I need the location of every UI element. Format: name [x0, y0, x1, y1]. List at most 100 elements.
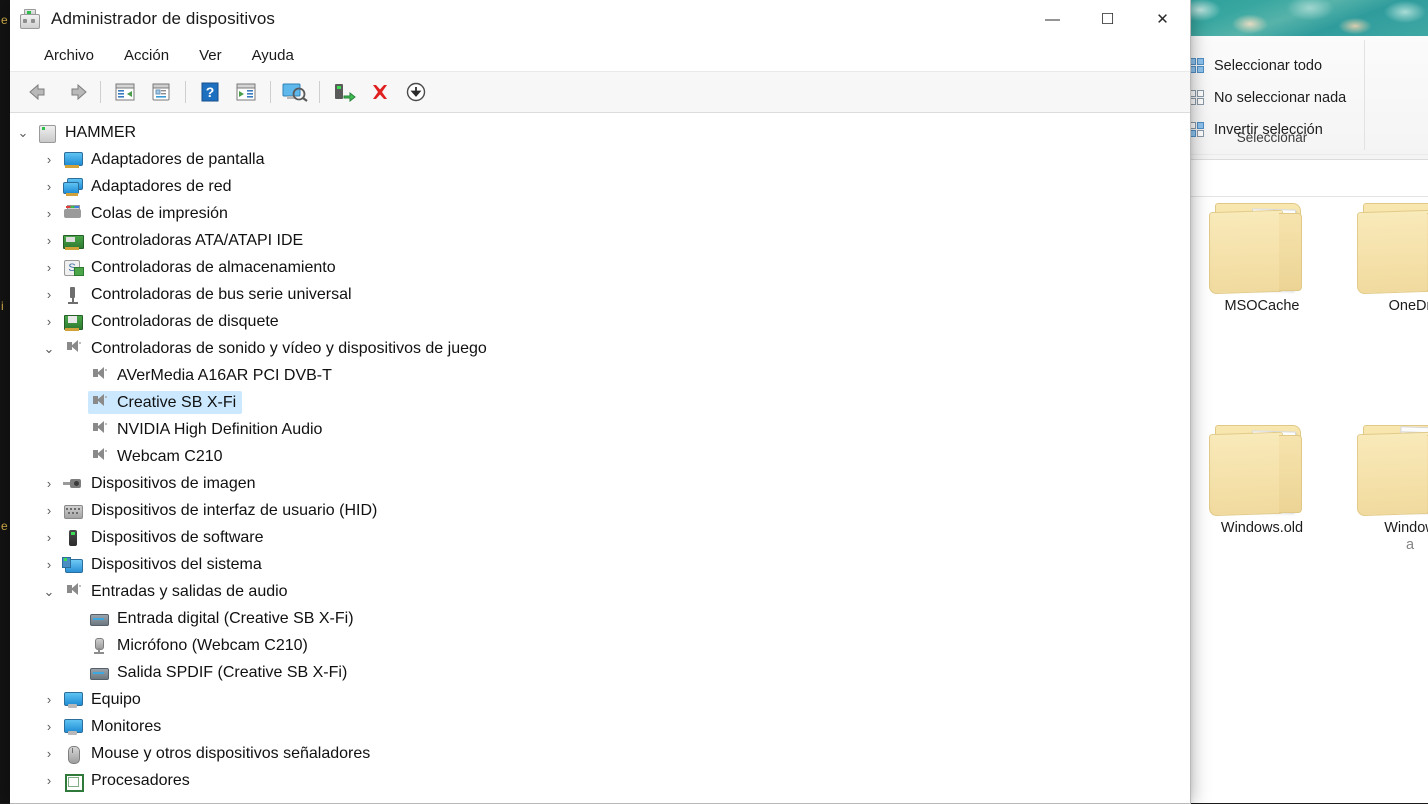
chevron-right-icon[interactable]: ›: [36, 314, 62, 329]
toolbar-update-driver[interactable]: [326, 76, 362, 108]
tree-row-sound-controllers[interactable]: ⌄ Controladoras de sonido y vídeo y disp…: [10, 335, 1150, 362]
sound-device-icon: [88, 366, 110, 386]
device-tree-pane[interactable]: ⌄ HAMMER › Adaptadores de pantalla › Ada…: [10, 113, 1190, 803]
tree-label: Controladoras de sonido y vídeo y dispos…: [91, 339, 487, 357]
maximize-icon: ☐: [1100, 10, 1115, 28]
chevron-right-icon[interactable]: ›: [36, 557, 62, 572]
forward-arrow-icon: [71, 83, 87, 101]
tree-row-software-devices[interactable]: › Dispositivos de software: [10, 524, 1150, 551]
folder-windows-other[interactable]: Window a: [1348, 419, 1428, 639]
chevron-right-icon[interactable]: ›: [36, 530, 62, 545]
network-adapter-icon: [62, 177, 84, 197]
folder-windows-old[interactable]: Windows.old: [1200, 419, 1324, 639]
tree-row-digital-input[interactable]: Entrada digital (Creative SB X-Fi): [10, 605, 1150, 632]
tree-label: Webcam C210: [117, 447, 223, 465]
tree-label: Colas de impresión: [91, 204, 228, 222]
tree-row-audio-inputs-outputs[interactable]: ⌄ Entradas y salidas de audio: [10, 578, 1150, 605]
chevron-right-icon[interactable]: ›: [36, 233, 62, 248]
explorer-address-bar[interactable]: [1180, 154, 1428, 197]
maximize-button[interactable]: ☐: [1080, 0, 1135, 38]
menu-ver[interactable]: Ver: [187, 43, 234, 68]
back-arrow-icon: [29, 83, 45, 101]
ribbon-group-label: Seleccionar: [1236, 130, 1308, 145]
gutter-text-fragment: e: [1, 14, 8, 26]
tree-row-microphone[interactable]: Micrófono (Webcam C210): [10, 632, 1150, 659]
tree-row-nvidia-hd-audio[interactable]: NVIDIA High Definition Audio: [10, 416, 1150, 443]
chevron-right-icon[interactable]: ›: [36, 773, 62, 788]
tree-row-mice[interactable]: › Mouse y otros dispositivos señaladores: [10, 740, 1150, 767]
toolbar-console-tree[interactable]: [107, 76, 143, 108]
close-button[interactable]: ✕: [1135, 0, 1190, 38]
microphone-icon: [88, 636, 110, 656]
file-explorer-window[interactable]: Seleccionar todo No seleccionar nada Inv…: [1180, 36, 1428, 803]
toolbar-properties[interactable]: [143, 76, 179, 108]
tree-row-network-adapters[interactable]: › Adaptadores de red: [10, 173, 1150, 200]
chevron-right-icon[interactable]: ›: [36, 152, 62, 167]
monitor-icon: [62, 717, 84, 737]
folder-onedrive[interactable]: OneDr: [1348, 197, 1428, 417]
tree-row-system-devices[interactable]: › Dispositivos del sistema: [10, 551, 1150, 578]
tree-row-print-queues[interactable]: › Colas de impresión: [10, 200, 1150, 227]
tree-row-floppy-controllers[interactable]: › Controladoras de disquete: [10, 308, 1150, 335]
minimize-button[interactable]: —: [1025, 0, 1080, 38]
chevron-right-icon[interactable]: ›: [36, 476, 62, 491]
folder-msocache[interactable]: MSOCache: [1200, 197, 1324, 417]
chevron-right-icon[interactable]: ›: [36, 746, 62, 761]
explorer-file-list[interactable]: MSOCache OneDr Windows.old Windo a: [1180, 197, 1428, 803]
toolbar-back[interactable]: [22, 76, 58, 108]
chevron-down-icon[interactable]: ⌄: [36, 341, 62, 357]
computer-icon: [36, 123, 58, 143]
tree-row-monitors[interactable]: › Monitores: [10, 713, 1150, 740]
chevron-right-icon[interactable]: ›: [36, 179, 62, 194]
toolbar-separator: [185, 81, 186, 103]
folder-label: OneDr: [1388, 298, 1428, 314]
tree-row-root[interactable]: ⌄ HAMMER: [10, 119, 1150, 146]
tree-row-usb-controllers[interactable]: › Controladoras de bus serie universal: [10, 281, 1150, 308]
tree-row-hid-devices[interactable]: › Dispositivos de interfaz de usuario (H…: [10, 497, 1150, 524]
folder-label: Window: [1384, 520, 1428, 536]
toolbar-scan-hardware[interactable]: [277, 76, 313, 108]
ribbon-select-all[interactable]: Seleccionar todo: [1184, 52, 1322, 80]
chevron-down-icon[interactable]: ⌄: [36, 584, 62, 600]
device-tree[interactable]: ⌄ HAMMER › Adaptadores de pantalla › Ada…: [10, 113, 1150, 803]
chevron-right-icon[interactable]: ›: [36, 503, 62, 518]
tree-row-avermedia[interactable]: AVerMedia A16AR PCI DVB-T: [10, 362, 1150, 389]
tree-row-webcam-c210-sound[interactable]: Webcam C210: [10, 443, 1150, 470]
toolbar-help[interactable]: ?: [192, 76, 228, 108]
toolbar-separator: [270, 81, 271, 103]
chevron-down-icon[interactable]: ⌄: [10, 125, 36, 141]
ribbon-select-none[interactable]: No seleccionar nada: [1184, 84, 1346, 112]
tree-row-processors[interactable]: › Procesadores: [10, 767, 1150, 794]
tree-label: AVerMedia A16AR PCI DVB-T: [117, 366, 332, 384]
chevron-right-icon[interactable]: ›: [36, 719, 62, 734]
title-bar[interactable]: Administrador de dispositivos — ☐ ✕: [10, 0, 1190, 39]
window-title: Administrador de dispositivos: [51, 9, 275, 28]
menu-accion[interactable]: Acción: [112, 43, 181, 68]
tree-row-storage-controllers[interactable]: › S Controladoras de almacenamiento: [10, 254, 1150, 281]
chevron-right-icon[interactable]: ›: [36, 287, 62, 302]
gutter-text-fragment: e: [1, 520, 8, 532]
tree-row-display-adapters[interactable]: › Adaptadores de pantalla: [10, 146, 1150, 173]
tree-row-spdif-output[interactable]: Salida SPDIF (Creative SB X-Fi): [10, 659, 1150, 686]
toolbar: ?: [10, 72, 1190, 113]
toolbar-action-pane[interactable]: [228, 76, 264, 108]
tree-row-computer[interactable]: › Equipo: [10, 686, 1150, 713]
tree-row-imaging-devices[interactable]: › Dispositivos de imagen: [10, 470, 1150, 497]
tree-row-creative-sb-xfi[interactable]: Creative SB X-Fi: [10, 389, 1150, 416]
device-manager-window[interactable]: Administrador de dispositivos — ☐ ✕ Arch…: [10, 0, 1191, 804]
floppy-controller-icon: [62, 312, 84, 332]
toolbar-forward[interactable]: [58, 76, 94, 108]
tree-label: Adaptadores de pantalla: [91, 150, 265, 168]
chevron-right-icon[interactable]: ›: [36, 692, 62, 707]
toolbar-uninstall[interactable]: [362, 76, 398, 108]
desktop-wallpaper: [1180, 0, 1428, 36]
toolbar-disable[interactable]: [398, 76, 434, 108]
tree-row-ide-controllers[interactable]: › Controladoras ATA/ATAPI IDE: [10, 227, 1150, 254]
tree-label: Creative SB X-Fi: [117, 393, 237, 411]
tree-label: Micrófono (Webcam C210): [117, 636, 308, 654]
chevron-right-icon[interactable]: ›: [36, 260, 62, 275]
chevron-right-icon[interactable]: ›: [36, 206, 62, 221]
menu-archivo[interactable]: Archivo: [32, 43, 106, 68]
menu-ayuda[interactable]: Ayuda: [240, 43, 306, 68]
usb-controller-icon: [62, 285, 84, 305]
